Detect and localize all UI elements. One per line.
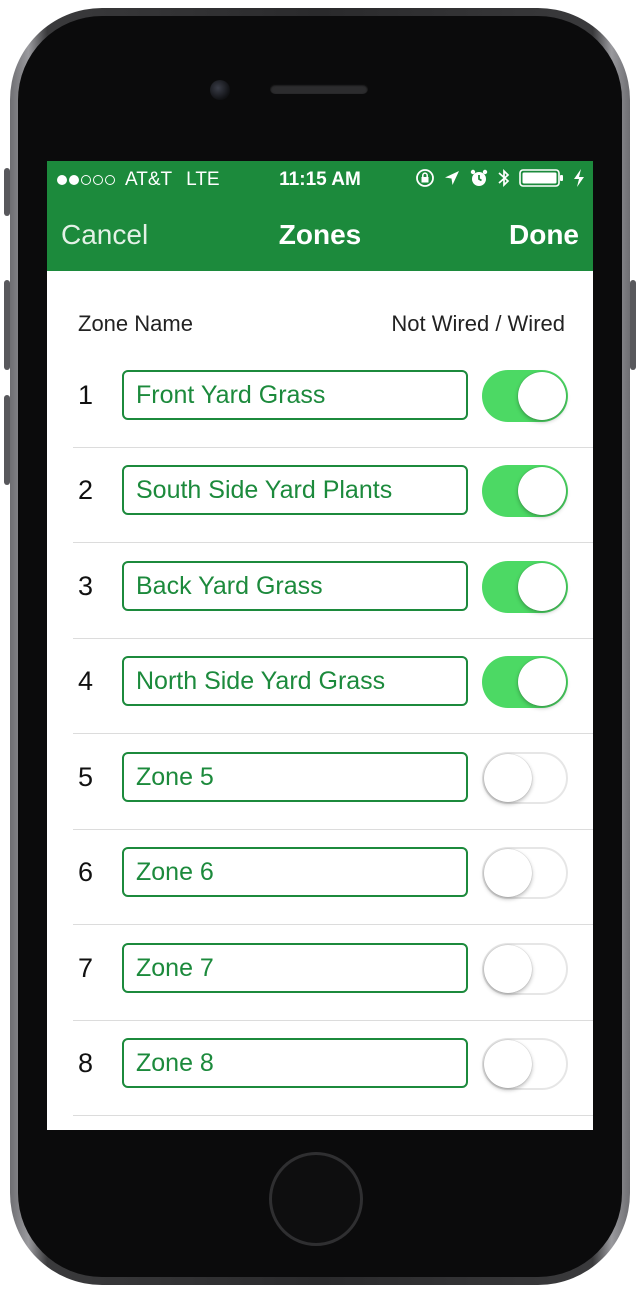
toggle-knob	[518, 467, 566, 515]
row-divider	[73, 924, 593, 925]
zone-2-name-input[interactable]	[122, 465, 468, 515]
zone-number: 3	[78, 571, 94, 601]
power-button	[630, 280, 636, 370]
zone-6-wired-toggle[interactable]	[482, 847, 568, 899]
earpiece-speaker	[270, 84, 368, 94]
toggle-knob	[518, 372, 566, 420]
charging-bolt-icon	[574, 169, 584, 187]
row-divider	[73, 829, 593, 830]
bluetooth-icon	[498, 168, 510, 188]
zone-row-5: 5	[47, 744, 593, 839]
volume-down-button	[4, 395, 10, 485]
row-divider	[73, 542, 593, 543]
row-divider	[73, 1115, 593, 1116]
status-bar: AT&T LTE 11:15 AM	[47, 161, 593, 199]
zone-4-name-input[interactable]	[122, 656, 468, 706]
zone-6-name-input[interactable]	[122, 847, 468, 897]
zone-7-wired-toggle[interactable]	[482, 943, 568, 995]
row-divider	[73, 638, 593, 639]
zone-row-1: 1	[47, 362, 593, 457]
zone-4-wired-toggle[interactable]	[482, 656, 568, 708]
zone-8-name-input[interactable]	[122, 1038, 468, 1088]
battery-icon	[519, 169, 563, 187]
alarm-icon	[470, 169, 488, 186]
volume-up-button	[4, 280, 10, 370]
done-button[interactable]: Done	[509, 219, 579, 251]
toggle-knob	[484, 945, 532, 993]
zone-1-wired-toggle[interactable]	[482, 370, 568, 422]
zone-row-4: 4	[47, 648, 593, 743]
zone-number: 4	[78, 666, 94, 696]
zone-number: 1	[78, 380, 94, 410]
zone-1-name-input[interactable]	[122, 370, 468, 420]
toggle-knob	[518, 563, 566, 611]
row-divider	[73, 1020, 593, 1021]
zone-3-wired-toggle[interactable]	[482, 561, 568, 613]
toggle-knob	[518, 658, 566, 706]
row-divider	[73, 447, 593, 448]
zone-number: 6	[78, 857, 94, 887]
zone-3-name-input[interactable]	[122, 561, 468, 611]
location-arrow-icon	[445, 171, 459, 185]
mute-switch	[4, 168, 10, 216]
zone-row-2: 2	[47, 457, 593, 552]
orientation-lock-icon	[416, 169, 434, 187]
zone-row-8: 8	[47, 1030, 593, 1125]
toggle-knob	[484, 1040, 532, 1088]
zone-number: 7	[78, 953, 94, 983]
zone-row-7: 7	[47, 935, 593, 1030]
zone-row-3: 3	[47, 553, 593, 648]
navigation-bar: Cancel Zones Done	[47, 199, 593, 271]
home-button[interactable]	[269, 1152, 363, 1246]
row-divider	[73, 733, 593, 734]
zone-5-wired-toggle[interactable]	[482, 752, 568, 804]
zone-number: 8	[78, 1048, 94, 1078]
zone-row-6: 6	[47, 839, 593, 934]
zone-8-wired-toggle[interactable]	[482, 1038, 568, 1090]
front-camera	[210, 80, 230, 100]
zone-name-header: Zone Name	[78, 311, 193, 336]
app-screen: AT&T LTE 11:15 AM Cancel Zones Done Zone…	[47, 161, 593, 1130]
zone-number: 5	[78, 762, 94, 792]
zone-5-name-input[interactable]	[122, 752, 468, 802]
zone-7-name-input[interactable]	[122, 943, 468, 993]
zone-2-wired-toggle[interactable]	[482, 465, 568, 517]
toggle-knob	[484, 849, 532, 897]
status-right	[407, 167, 585, 189]
zone-number: 2	[78, 475, 94, 505]
toggle-knob	[484, 754, 532, 802]
wired-header: Not Wired / Wired	[391, 311, 565, 336]
